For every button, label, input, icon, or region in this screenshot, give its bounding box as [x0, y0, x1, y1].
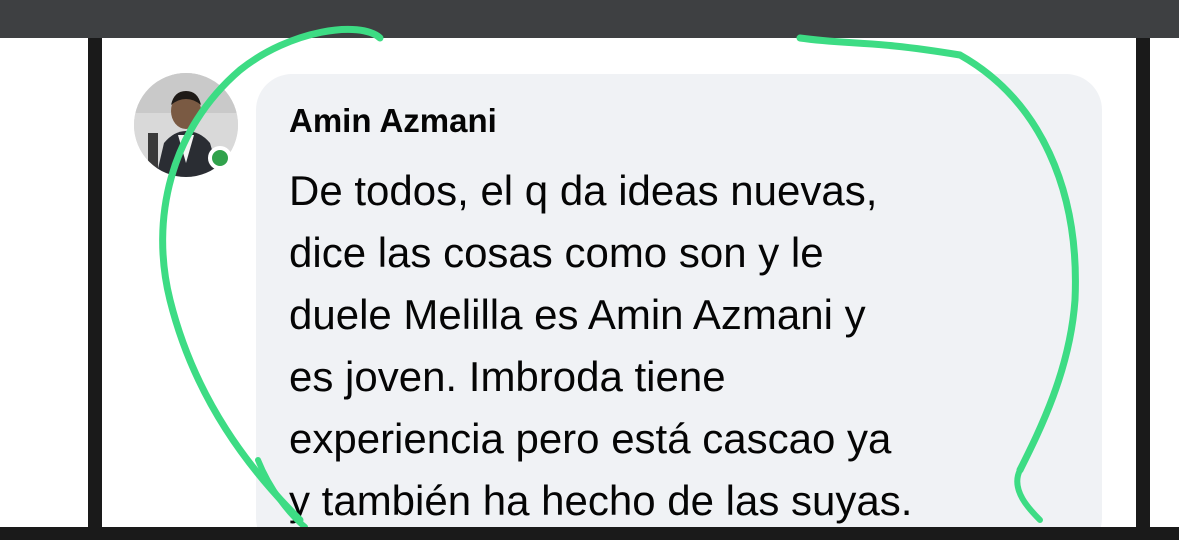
comment-line: De todos, el q da ideas nuevas,: [289, 167, 878, 214]
frame-border-left: [88, 38, 102, 527]
comment-screen: Amin Azmani De todos, el q da ideas nuev…: [102, 38, 1136, 527]
comment-author[interactable]: Amin Azmani: [289, 102, 497, 140]
comment-line: dice las cosas como son y le: [289, 229, 824, 276]
comment-line: duele Melilla es Amin Azmani y: [289, 291, 866, 338]
comment-bubble: Amin Azmani De todos, el q da ideas nuev…: [256, 74, 1102, 527]
frame-border-right: [1136, 38, 1150, 527]
bottom-bar: [0, 527, 1179, 540]
comment-line: experiencia pero está cascao ya: [289, 415, 892, 462]
online-status-dot: [208, 146, 232, 170]
top-bar: [0, 0, 1179, 38]
comment-text: De todos, el q da ideas nuevas, dice las…: [289, 160, 1089, 527]
comment-line: es joven. Imbroda tiene: [289, 353, 726, 400]
comment-line: y también ha hecho de las suyas.: [289, 477, 913, 524]
